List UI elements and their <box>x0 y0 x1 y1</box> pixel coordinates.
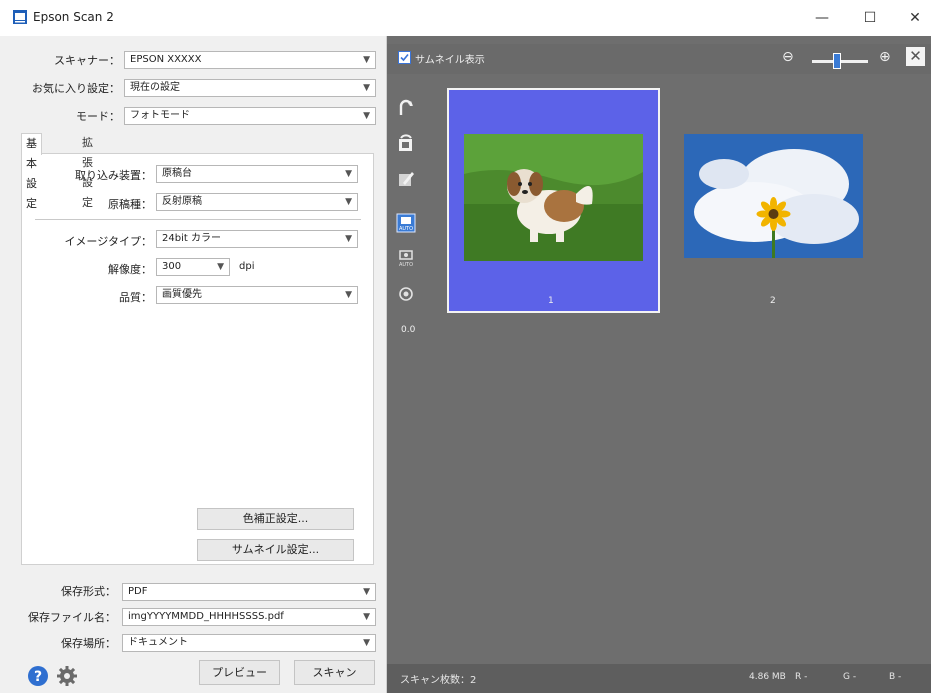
document-type-value: 反射原稿 <box>162 196 202 207</box>
rotate-icon[interactable] <box>395 97 417 119</box>
svg-text:AUTO: AUTO <box>399 262 413 268</box>
quality-value: 画質優先 <box>162 289 202 300</box>
gear-icon[interactable] <box>56 665 78 687</box>
save-location-value: ドキュメント <box>128 637 188 648</box>
mode-select[interactable]: フォトモード ▼ <box>124 107 376 125</box>
close-button[interactable]: ✕ <box>895 4 931 32</box>
thumbnail-settings-button[interactable]: サムネイル設定... <box>197 539 354 561</box>
scan-count: スキャン枚数：2 <box>400 675 477 686</box>
green-value: G - <box>843 672 857 682</box>
svg-text:?: ? <box>34 669 42 685</box>
scanner-select[interactable]: EPSON XXXXX ▼ <box>124 51 376 69</box>
mode-label: モード： <box>76 110 120 123</box>
chevron-down-icon: ▼ <box>363 55 370 65</box>
color-correction-button[interactable]: 色補正設定... <box>197 508 354 530</box>
svg-text:AUTO: AUTO <box>399 226 413 232</box>
resolution-unit: dpi <box>239 261 255 272</box>
save-format-value: PDF <box>128 586 148 597</box>
sunflower-photo-thumbnail[interactable] <box>684 134 863 258</box>
maximize-button[interactable]: ☐ <box>850 4 890 32</box>
checkmark-icon <box>400 53 409 62</box>
chevron-down-icon: ▼ <box>363 612 370 622</box>
window-title: Epson Scan 2 <box>33 10 114 24</box>
epson-scan-app-icon <box>13 10 27 24</box>
help-icon[interactable]: ? <box>27 665 49 687</box>
scanner-value: EPSON XXXXX <box>130 54 202 65</box>
save-format-select[interactable]: PDF ▼ <box>122 583 376 601</box>
favorites-select[interactable]: 現在の設定 ▼ <box>124 79 376 97</box>
chevron-down-icon: ▼ <box>345 290 352 300</box>
image-type-label: イメージタイプ： <box>64 235 152 248</box>
source-label: 取り込み装置： <box>75 169 152 182</box>
save-location-label: 保存場所： <box>61 637 116 650</box>
file-size: 4.86 MB <box>749 672 786 682</box>
zoom-in-icon[interactable]: ⊕ <box>879 49 891 65</box>
chevron-down-icon: ▼ <box>363 638 370 648</box>
basic-settings-panel <box>21 153 374 565</box>
dog-photo-thumbnail <box>464 134 643 261</box>
save-filename-label: 保存ファイル名： <box>28 611 116 624</box>
save-format-label: 保存形式： <box>61 585 116 598</box>
thumbnail-checkbox[interactable] <box>398 51 411 64</box>
save-filename-value: imgYYYYMMDD_HHHHSSSS.pdf <box>128 611 284 622</box>
thumbnail-2-number: 2 <box>770 296 776 306</box>
chevron-down-icon: ▼ <box>217 262 224 272</box>
chevron-down-icon: ▼ <box>345 197 352 207</box>
favorites-label: お気に入り設定： <box>32 82 120 95</box>
document-type-label: 原稿種： <box>108 198 152 211</box>
minimize-button[interactable]: — <box>802 4 842 32</box>
source-value: 原稿台 <box>162 168 192 179</box>
rotation-angle-icon[interactable] <box>395 283 417 305</box>
edit-image-icon[interactable] <box>395 168 417 190</box>
source-select[interactable]: 原稿台 ▼ <box>156 165 358 183</box>
auto-correction-icon[interactable]: AUTO <box>395 247 417 269</box>
image-type-select[interactable]: 24bit カラー ▼ <box>156 230 358 248</box>
save-location-select[interactable]: ドキュメント ▼ <box>122 634 376 652</box>
rotation-value: 0.0 <box>401 325 416 335</box>
resolution-label: 解像度： <box>108 263 152 276</box>
divider <box>35 219 361 220</box>
quality-select[interactable]: 画質優先 ▼ <box>156 286 358 304</box>
blue-value: B - <box>889 672 902 682</box>
auto-rotate-icon[interactable] <box>395 132 417 154</box>
thumbnail-1-number: 1 <box>548 296 554 306</box>
zoom-out-icon[interactable]: ⊖ <box>782 49 794 65</box>
auto-exposure-icon[interactable]: AUTO <box>395 212 417 234</box>
document-type-select[interactable]: 反射原稿 ▼ <box>156 193 358 211</box>
chevron-down-icon: ▼ <box>345 169 352 179</box>
red-value: R - <box>795 672 808 682</box>
preview-button[interactable]: プレビュー <box>199 660 280 685</box>
scanner-label: スキャナー： <box>54 54 120 67</box>
zoom-slider-handle[interactable] <box>833 53 842 69</box>
save-filename-select[interactable]: imgYYYYMMDD_HHHHSSSS.pdf ▼ <box>122 608 376 626</box>
mode-value: フォトモード <box>130 110 190 121</box>
chevron-down-icon: ▼ <box>363 587 370 597</box>
chevron-down-icon: ▼ <box>363 111 370 121</box>
image-type-value: 24bit カラー <box>162 233 221 244</box>
scan-button[interactable]: スキャン <box>294 660 375 685</box>
chevron-down-icon: ▼ <box>363 83 370 93</box>
title-bar <box>0 0 931 36</box>
close-preview-icon[interactable]: ✕ <box>906 47 925 66</box>
quality-label: 品質： <box>119 291 152 304</box>
chevron-down-icon: ▼ <box>345 234 352 244</box>
resolution-select[interactable]: 300 ▼ <box>156 258 230 276</box>
favorites-value: 現在の設定 <box>130 82 180 93</box>
resolution-value: 300 <box>162 261 182 272</box>
thumbnail-toggle-label: サムネイル表示 <box>415 55 485 66</box>
tab-advanced-settings[interactable]: 拡張設定 <box>78 133 97 209</box>
tab-basic-settings[interactable]: 基本設定 <box>21 133 42 210</box>
